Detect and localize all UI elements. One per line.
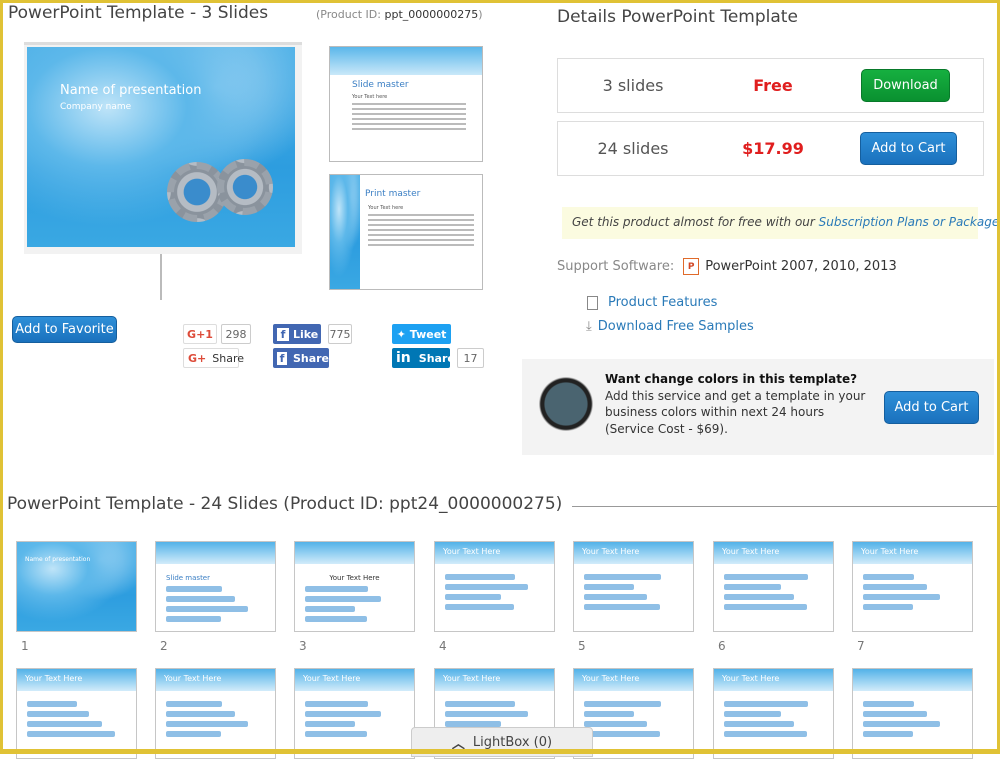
slide-title: Name of presentation (17, 542, 136, 631)
slide-title: Your Text Here (329, 574, 380, 582)
slide-header: Your Text Here (853, 542, 972, 564)
price: Free (753, 76, 793, 95)
slide-header: Your Text Here (574, 669, 693, 691)
support-software: Support Software: P PowerPoint 2007, 201… (557, 258, 897, 275)
preview-subtitle: Company name (60, 102, 132, 112)
slide-header (156, 542, 275, 564)
color-service-panel: Want change colors in this template? Add… (522, 359, 994, 455)
twitter-icon: ✦ (396, 327, 406, 341)
slide-number: 2 (160, 639, 168, 653)
page-title: PowerPoint Template - 3 Slides (8, 3, 269, 23)
slide-thumbnail[interactable]: Your Text Here (434, 541, 555, 632)
slide-master-thumb[interactable]: Slide master Your Text here (329, 46, 483, 162)
section-24-header: PowerPoint Template - 24 Slides (Product… (7, 494, 997, 514)
add-to-cart-button[interactable]: Add to Cart (860, 132, 957, 165)
document-icon (587, 295, 598, 310)
facebook-like-button[interactable]: f Like (273, 324, 321, 344)
facebook-icon: f (277, 351, 287, 365)
slide-header: Your Text Here (435, 542, 554, 564)
clock-icon (539, 377, 593, 431)
slide-thumbnail[interactable] (852, 668, 973, 759)
lightbox-toggle[interactable]: ︿ LightBox (0) (411, 727, 593, 757)
gplus-count: 298 (221, 324, 251, 344)
slide-number: 5 (578, 639, 586, 653)
linkedin-share-button[interactable]: in Share (392, 348, 455, 368)
slide-header (853, 669, 972, 691)
facebook-like-count: 775 (328, 324, 352, 344)
slide-title: Slide master (166, 574, 210, 582)
slide-thumbnail[interactable]: Name of presentation (16, 541, 137, 632)
service-add-to-cart-button[interactable]: Add to Cart (884, 391, 979, 424)
facebook-share-button[interactable]: f Share (273, 348, 329, 368)
slide-header: Your Text Here (714, 669, 833, 691)
slides-count: 24 slides (597, 139, 669, 158)
slide-thumbnail[interactable]: Your Text Here (294, 541, 415, 632)
slide-header: Your Text Here (17, 669, 136, 691)
price-row-full: 24 slides $17.99 Add to Cart (557, 121, 984, 176)
slide-number: 6 (718, 639, 726, 653)
linkedin-icon: in (396, 350, 411, 366)
service-title: Want change colors in this template? (605, 372, 858, 386)
projector-preview[interactable]: Name of presentation Company name (24, 42, 302, 254)
print-master-thumb[interactable]: Print master Your Text here (329, 174, 483, 290)
slide-thumbnail[interactable]: Your Text Here (713, 541, 834, 632)
gplus-button[interactable]: G+1 (183, 324, 217, 344)
download-icon: ⤓ (586, 319, 592, 334)
price-row-free: 3 slides Free Download (557, 58, 984, 113)
slide-header: Your Text Here (156, 669, 275, 691)
slide-number: 4 (439, 639, 447, 653)
chevron-up-icon: ︿ (451, 736, 465, 752)
linkedin-count: 17 (457, 348, 484, 368)
download-samples-link[interactable]: ⤓ Download Free Samples (586, 319, 754, 334)
add-to-favorite-button[interactable]: Add to Favorite (12, 316, 117, 343)
slide-header: Your Text Here (295, 669, 414, 691)
slide-thumbnail[interactable]: Your Text Here (155, 668, 276, 759)
subscription-link[interactable]: Subscription Plans or Packages (819, 215, 1000, 229)
tripod-icon (160, 254, 162, 300)
slide-number: 3 (299, 639, 307, 653)
product-features-link[interactable]: Product Features (587, 295, 717, 310)
slide-thumbnail[interactable]: Slide master (155, 541, 276, 632)
slide-header: Your Text Here (574, 542, 693, 564)
product-id: (Product ID: ppt_0000000275) (316, 8, 483, 21)
gplus-share-button[interactable]: G+ Share (183, 348, 244, 368)
slide-thumbnail[interactable]: Your Text Here (16, 668, 137, 759)
gear-image (217, 159, 273, 215)
powerpoint-icon: P (683, 258, 700, 275)
gplus-icon: G+ (188, 351, 207, 365)
preview-title: Name of presentation (60, 83, 202, 98)
slide-thumbnail[interactable]: Your Text Here (713, 668, 834, 759)
tweet-button[interactable]: ✦ Tweet (392, 324, 451, 344)
slide-header: Your Text Here (435, 669, 554, 691)
slides-count: 3 slides (602, 76, 664, 95)
facebook-icon: f (277, 327, 289, 341)
slide-thumbnail[interactable]: Your Text Here (294, 668, 415, 759)
slide-number: 7 (857, 639, 865, 653)
price: $17.99 (742, 139, 804, 158)
service-text: Add this service and get a template in y… (605, 388, 866, 436)
slide-thumbnail[interactable]: Your Text Here (852, 541, 973, 632)
download-button[interactable]: Download (861, 69, 950, 102)
details-title: Details PowerPoint Template (557, 7, 798, 27)
slide-thumbnail[interactable]: Your Text Here (573, 541, 694, 632)
section-title: PowerPoint Template - 24 Slides (Product… (7, 494, 563, 514)
slide-header (295, 542, 414, 564)
slide-header: Your Text Here (714, 542, 833, 564)
slide-number: 1 (21, 639, 29, 653)
promo-banner: Get this product almost for free with ou… (562, 207, 1000, 239)
